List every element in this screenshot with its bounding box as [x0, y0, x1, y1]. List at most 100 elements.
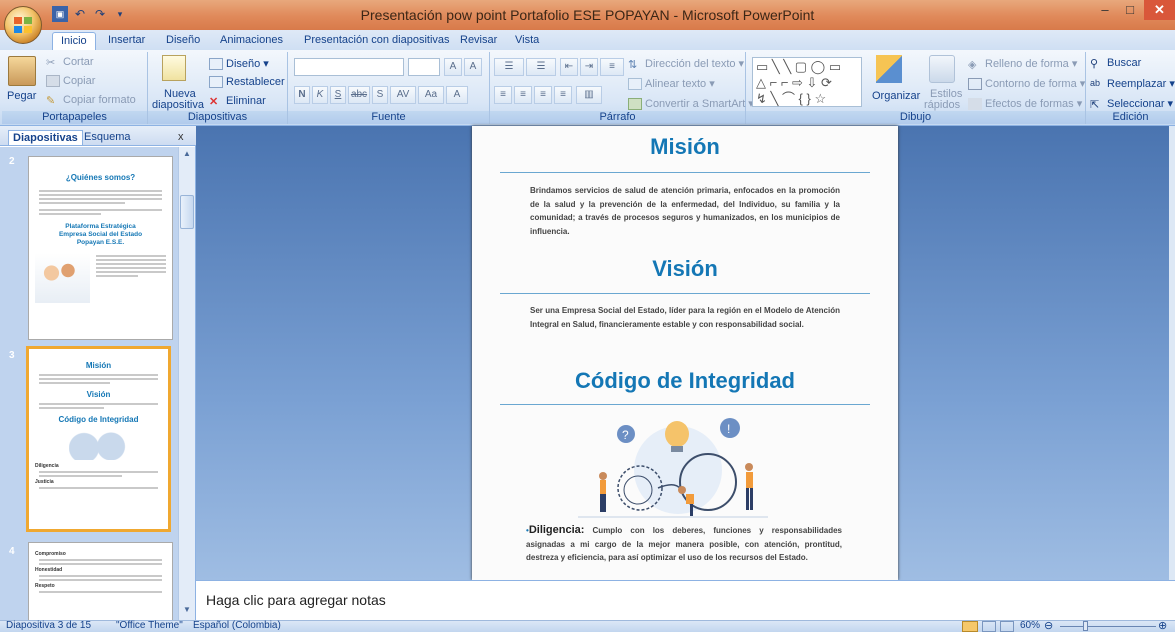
new-slide-label-2[interactable]: diapositiva: [152, 99, 204, 111]
close-pane-button[interactable]: x: [178, 131, 184, 143]
slide-3[interactable]: Misión Brindamos servicios de salud de a…: [472, 126, 898, 580]
select-button[interactable]: Seleccionar: [1107, 98, 1164, 110]
maximize-button[interactable]: □: [1117, 0, 1143, 20]
tab-slides[interactable]: Diapositivas: [8, 130, 83, 145]
slide-count-status: Diapositiva 3 de 15: [6, 620, 92, 631]
font-color-button[interactable]: A: [446, 86, 468, 104]
justify-button[interactable]: ≡: [554, 86, 572, 104]
shapes-gallery[interactable]: ▭ ╲ ╲ ▢ ◯ ▭ △ ⌐ ⌐ ⇨ ⇩ ⟳ ↯ ╲ ⌒ { } ☆: [752, 57, 862, 107]
scroll-down-icon[interactable]: ▼: [180, 605, 194, 617]
thumb-title: ¿Quiénes somos?: [65, 173, 136, 182]
customize-qat-icon[interactable]: ▾: [112, 6, 128, 22]
zoom-slider-thumb[interactable]: [1083, 621, 1088, 631]
find-button[interactable]: Buscar: [1107, 57, 1141, 69]
diligencia-paragraph: •Diligencia: Cumplo con los deberes, fun…: [526, 524, 842, 563]
vision-text: Ser una Empresa Social del Estado, líder…: [530, 306, 840, 329]
decrease-indent-button[interactable]: ⇤: [560, 58, 578, 76]
canvas-scrollbar[interactable]: [1169, 126, 1175, 580]
cut-button[interactable]: Cortar: [63, 56, 94, 68]
copy-button[interactable]: Copiar: [63, 75, 95, 87]
slide-thumbnail-2[interactable]: ¿Quiénes somos? Plataforma Estratégica E…: [28, 156, 173, 340]
scroll-thumb[interactable]: [180, 195, 194, 229]
group-parrafo: ☰ ☰ ⇤ ⇥ ≡ ≡ ≡ ≡ ≡ ▥ ⇅ Dirección del texto…: [490, 52, 754, 124]
paste-icon[interactable]: [8, 56, 36, 86]
undo-icon[interactable]: ↶: [72, 6, 88, 22]
shape-fill-button[interactable]: Relleno de forma: [985, 58, 1069, 70]
tab-diseno[interactable]: Diseño: [158, 32, 208, 50]
tab-vista[interactable]: Vista: [507, 32, 547, 50]
align-center-button[interactable]: ≡: [514, 86, 532, 104]
scroll-up-icon[interactable]: ▲: [180, 149, 194, 161]
zoom-out-icon[interactable]: ⊖: [1044, 620, 1053, 632]
shape-effects-button[interactable]: Efectos de formas: [985, 98, 1074, 110]
copy-icon: [46, 75, 60, 88]
change-case-button[interactable]: Aa: [418, 86, 444, 104]
text-direction-icon: ⇅: [628, 59, 638, 72]
thumb-subtitle: Plataforma Estratégica Empresa Social de…: [58, 223, 143, 246]
pane-scrollbar[interactable]: ▲ ▼: [178, 147, 195, 620]
close-button[interactable]: ✕: [1144, 0, 1175, 20]
delete-button[interactable]: Eliminar: [226, 95, 266, 107]
tab-insertar[interactable]: Insertar: [100, 32, 153, 50]
new-slide-icon[interactable]: [162, 55, 186, 81]
tab-presentacion[interactable]: Presentación con diapositivas: [296, 32, 458, 50]
quick-styles-label-2[interactable]: rápidos: [924, 99, 960, 111]
underline-button[interactable]: S: [330, 86, 346, 104]
tab-revisar[interactable]: Revisar: [452, 32, 505, 50]
line-spacing-button[interactable]: ≡: [600, 58, 624, 76]
zoom-level[interactable]: 60%: [1020, 620, 1040, 632]
bold-button[interactable]: N: [294, 86, 310, 104]
group-label: Párrafo: [490, 111, 745, 124]
smartart-button[interactable]: Convertir a SmartArt: [645, 98, 745, 110]
shadow-button[interactable]: S: [372, 86, 388, 104]
grow-font-button[interactable]: A: [444, 58, 462, 76]
minimize-button[interactable]: –: [1092, 0, 1118, 20]
tab-inicio[interactable]: Inicio: [52, 32, 96, 51]
reset-button[interactable]: Restablecer: [226, 76, 285, 88]
tab-animaciones[interactable]: Animaciones: [212, 32, 291, 50]
quick-styles-icon[interactable]: [929, 55, 955, 83]
replace-icon: ab: [1090, 78, 1101, 89]
slide-sorter-icon[interactable]: [982, 621, 996, 632]
increase-indent-button[interactable]: ⇥: [580, 58, 598, 76]
slideshow-view-icon[interactable]: [1000, 621, 1014, 632]
arrange-icon[interactable]: [876, 55, 902, 83]
spacing-button[interactable]: AV: [390, 86, 416, 104]
thumb-item: Honestidad: [35, 567, 63, 573]
effects-icon: [968, 98, 982, 111]
arrange-button[interactable]: Organizar: [872, 90, 920, 102]
layout-button[interactable]: Diseño: [226, 58, 260, 70]
redo-icon[interactable]: ↷: [92, 6, 108, 22]
font-name-input[interactable]: [294, 58, 404, 76]
group-label: Diapositivas: [148, 111, 287, 124]
italic-button[interactable]: K: [312, 86, 328, 104]
tab-outline[interactable]: Esquema: [84, 131, 130, 143]
align-left-button[interactable]: ≡: [494, 86, 512, 104]
outline-icon: [968, 78, 982, 91]
text-direction-button[interactable]: Dirección del texto: [645, 58, 736, 70]
divider: [500, 293, 870, 294]
shape-outline-button[interactable]: Contorno de forma: [985, 78, 1077, 90]
slide-thumbnail-4[interactable]: Compromiso Honestidad Respeto: [28, 542, 173, 620]
format-painter-button[interactable]: Copiar formato: [63, 94, 136, 106]
vision-title: Visión: [652, 256, 718, 281]
svg-text:?: ?: [622, 428, 629, 442]
normal-view-icon[interactable]: [962, 621, 978, 632]
columns-button[interactable]: ▥: [576, 86, 602, 104]
align-text-button[interactable]: Alinear texto: [645, 78, 706, 90]
zoom-slider[interactable]: [1060, 626, 1156, 627]
font-size-input[interactable]: [408, 58, 440, 76]
bullets-button[interactable]: ☰: [494, 58, 524, 76]
office-button[interactable]: [4, 6, 42, 44]
align-right-button[interactable]: ≡: [534, 86, 552, 104]
language-status[interactable]: Español (Colombia): [193, 620, 281, 632]
paste-button[interactable]: Pegar: [7, 90, 36, 102]
numbering-button[interactable]: ☰: [526, 58, 556, 76]
shrink-font-button[interactable]: A: [464, 58, 482, 76]
save-icon[interactable]: ▣: [52, 6, 68, 22]
zoom-in-icon[interactable]: ⊕: [1158, 620, 1167, 632]
office-logo-icon: [14, 17, 33, 34]
slide-thumbnail-3[interactable]: Misión Visión Código de Integridad Dilig…: [26, 346, 171, 532]
strikethrough-button[interactable]: abc: [348, 86, 370, 104]
replace-button[interactable]: Reemplazar: [1107, 78, 1166, 90]
